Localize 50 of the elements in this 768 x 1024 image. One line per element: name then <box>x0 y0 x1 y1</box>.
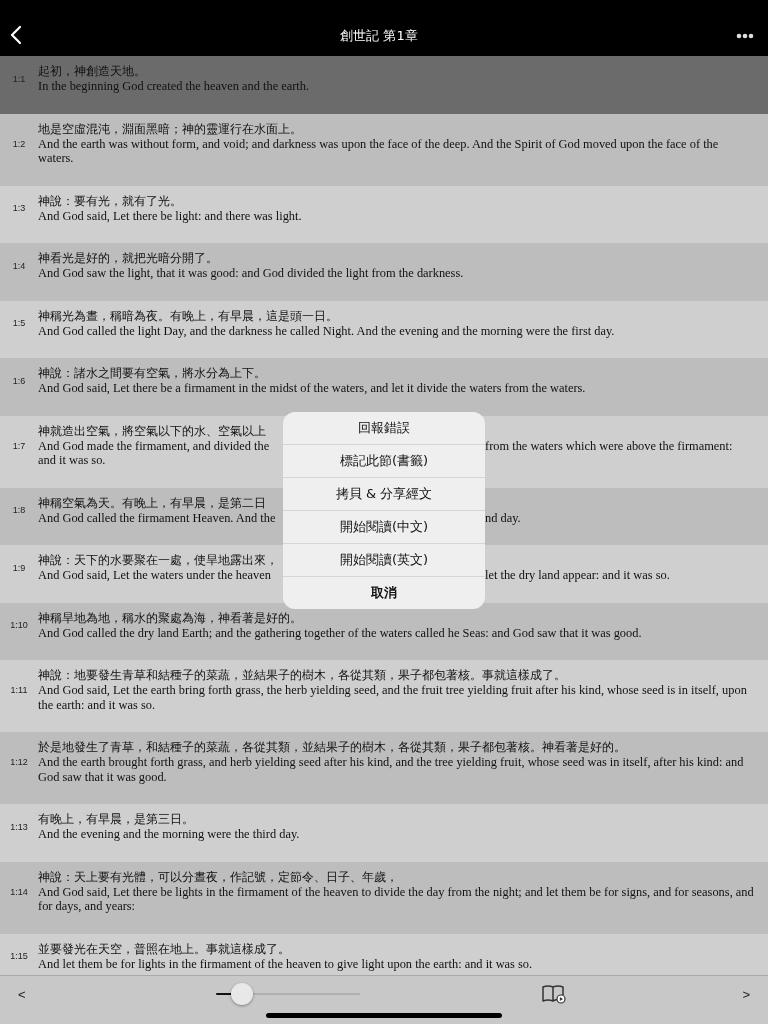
chinese-verse-text: 神說：地要發生青草和結種子的菜蔬，並結果子的樹木，各從其類，果子都包著核。事就這樣成了。 <box>38 668 567 683</box>
english-verse-text: let the dry land appear: and it was so. <box>485 568 670 583</box>
verse-number: 1:5 <box>11 318 27 329</box>
english-verse-text: And God called the dry land Earth; and the gathering together of the waters called he Seas: and God saw that it was good. <box>38 625 643 640</box>
verse-number: 1:7 <box>11 440 27 451</box>
chinese-verse-text: 神說：天上要有光體，可以分晝夜，作記號，定節令、日子、年歲， <box>38 869 399 885</box>
chinese-verse-text: 神稱旱地為地，稱水的聚處為海，神看著是好的。 <box>38 610 303 626</box>
verse-number: 1:12 <box>9 757 29 767</box>
verse-number: 1:15 <box>9 951 29 962</box>
chinese-verse-text: 有晚上，有早晨，是第三日。 <box>38 812 195 827</box>
english-verse-text: And God made the firmament, and divided the <box>38 438 271 453</box>
english-verse-text: And God said, Let there be a firmament in the midst of the waters, and let it divide the waters from the waters. <box>38 381 587 396</box>
english-verse-text: And God called the firmament Heaven. And the <box>38 510 277 525</box>
chinese-verse-text: 神稱光為晝，稱暗為夜。有晚上，有早晨，這是頭一日。 <box>38 308 339 324</box>
verse-number: 1:2 <box>11 138 27 149</box>
chapter-title: 創世記 第1章 <box>340 27 418 45</box>
english-verse-text: And God said, Let the waters under the heaven <box>38 568 272 583</box>
english-verse-text: In the beginning God created the heaven and the earth. <box>38 79 311 94</box>
english-verse-text: And let them be for lights in the firmament of the heaven to give light upon the earth: and it was so. <box>38 956 534 971</box>
english-verse-text: And the earth was without form, and void; and darkness was upon the face of the deep. And the Spirit of God moved upon the face of the waters. <box>38 136 720 166</box>
english-verse-text: and it was so. <box>38 453 107 468</box>
english-verse-text: And the evening and the morning were the third day. <box>38 827 301 842</box>
chinese-verse-text: 並要發光在天空，普照在地上。事就這樣成了。 <box>38 941 291 957</box>
english-verse-text: And God called the light Day, and the darkness he called Night. And the evening and the morning were the first day. <box>38 323 616 338</box>
verse-number: 1:10 <box>9 620 29 631</box>
chinese-verse-text: 神說：要有光，就有了光。 <box>38 193 183 209</box>
english-verse-text: And God said, Let the earth bring forth grass, the herb yielding seed, and the fruit tree yielding fruit after his kind, whose seed is in itself, upon the earth: and it was so. <box>38 683 748 712</box>
chinese-verse-text: 神說：諸水之間要有空氣，將水分為上下。 <box>38 366 267 381</box>
chinese-verse-text: 起初，神創造天地。 <box>38 64 147 79</box>
english-verse-text: from the waters which were above the firmament: <box>485 438 733 453</box>
english-verse-text: And God said, Let there be lights in the firmament of the heaven to divide the day from the night; and let them be for signs, and for seasons, and for days, and years: <box>38 884 754 914</box>
verse-number: 1:9 <box>11 562 27 573</box>
chinese-verse-text: 神稱空氣為天。有晚上，有早晨，是第二日 <box>38 495 267 511</box>
english-verse-text: And God saw the light, that it was good: and God divided the light from the darkness. <box>38 266 465 281</box>
verse-number: 1:1 <box>11 73 27 84</box>
chinese-verse-text: 神看光是好的，就把光暗分開了。 <box>38 251 219 266</box>
verse-number: 1:3 <box>11 203 27 214</box>
chinese-verse-text: 地是空虛混沌，淵面黑暗；神的靈運行在水面上。 <box>38 121 303 137</box>
english-verse-text: nd day. <box>485 510 521 525</box>
verse-number: 1:6 <box>11 375 27 386</box>
english-verse-text: And the earth brought forth grass, and herb yielding seed after his kind, and the tree yielding fruit, whose seed was in itself, after his kind: and God saw that it was good. <box>38 755 745 784</box>
verse-number: 1:8 <box>11 505 27 516</box>
verse-number: 1:11 <box>9 685 29 695</box>
chinese-verse-text: 神就造出空氣，將空氣以下的水、空氣以上 <box>38 423 267 439</box>
verse-number: 1:4 <box>11 260 27 271</box>
english-verse-text: And God said, Let there be light: and there was light. <box>38 208 303 223</box>
verse-number: 1:13 <box>9 821 29 832</box>
chinese-verse-text: 於是地發生了青草，和結種子的菜蔬，各從其類，並結果子的樹木，各從其類，果子都包著核。神看著是好的。 <box>38 740 627 755</box>
verse-number: 1:14 <box>9 886 29 897</box>
chinese-verse-text: 神說：天下的水要聚在一處，使旱地露出來， <box>38 553 279 568</box>
